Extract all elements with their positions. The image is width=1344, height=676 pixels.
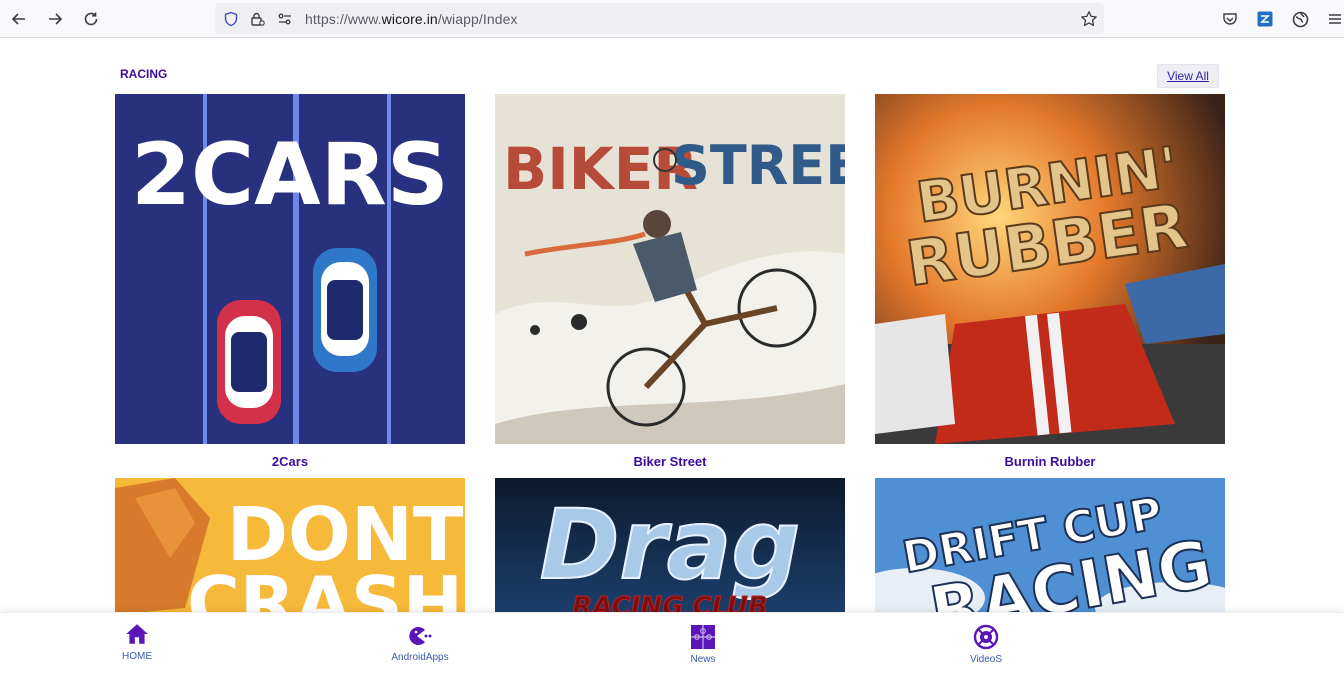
shield-icon[interactable] — [221, 9, 241, 29]
home-icon — [126, 624, 148, 644]
game-card-drag-racing[interactable]: Drag RACING CLUB — [495, 478, 845, 615]
nav-videos[interactable]: VideoS — [964, 624, 1008, 665]
lock-icon[interactable] — [247, 9, 267, 29]
section-title: RACING — [120, 67, 168, 81]
pocket-icon[interactable] — [1220, 9, 1240, 29]
game-thumbnail[interactable]: BURNIN' RUBBER — [875, 94, 1225, 444]
nav-news[interactable]: News — [683, 624, 723, 665]
menu-icon[interactable] — [1326, 9, 1344, 29]
art-title-2: STREET — [671, 134, 845, 197]
back-arrow-icon — [11, 13, 25, 25]
url-prefix: https://www. — [305, 11, 382, 27]
game-card-burnin-rubber[interactable]: BURNIN' RUBBER Burnin Rubber — [875, 94, 1225, 469]
extension-icon[interactable] — [1255, 9, 1275, 29]
forward-arrow-icon — [49, 13, 63, 25]
game-thumbnail[interactable]: 2CARS — [115, 94, 465, 444]
forward-button[interactable] — [44, 8, 66, 30]
back-button[interactable] — [8, 8, 30, 30]
art-title-1: Drag — [540, 489, 801, 601]
address-bar[interactable]: https://www.wicore.in/wiapp/Index — [215, 3, 1104, 34]
art-title-1: BIKER — [503, 135, 698, 203]
art-title: 2CARS — [131, 125, 449, 225]
art-title-2: CRASH — [187, 561, 463, 615]
game-card-dont-crash[interactable]: DONT CRASH — [115, 478, 465, 615]
reload-button[interactable] — [80, 8, 102, 30]
puzzle-icon — [691, 625, 715, 649]
url-host: wicore.in — [381, 11, 438, 27]
game-card-biker-street[interactable]: BIKER STREET Biker Street — [495, 94, 845, 469]
reload-icon — [84, 12, 98, 26]
game-title[interactable]: Burnin Rubber — [875, 454, 1225, 469]
globe-extension-icon[interactable] — [1290, 9, 1310, 29]
nav-home[interactable]: HOME — [116, 621, 158, 662]
game-title[interactable]: Biker Street — [495, 454, 845, 469]
url-path: /wiapp/Index — [437, 11, 518, 27]
browser-toolbar: https://www.wicore.in/wiapp/Index — [0, 0, 1344, 38]
game-card-2cars[interactable]: 2CARS 2Cars — [115, 94, 465, 469]
pacman-icon — [409, 627, 432, 645]
bookmark-star-icon[interactable] — [1079, 9, 1099, 29]
url-text[interactable]: https://www.wicore.in/wiapp/Index — [305, 11, 518, 27]
nav-news-label: News — [690, 654, 716, 665]
view-all-button[interactable]: View All — [1157, 64, 1219, 88]
game-title[interactable]: 2Cars — [115, 454, 465, 469]
nav-android-apps[interactable]: AndroidApps — [385, 624, 455, 663]
nav-videos-label: VideoS — [969, 654, 1003, 665]
nav-home-label: HOME — [122, 651, 152, 662]
nav-android-apps-label: AndroidApps — [391, 652, 449, 663]
permissions-icon[interactable] — [275, 9, 295, 29]
crosshair-icon — [973, 624, 999, 650]
bottom-navigation: HOME AndroidApps News VideoS — [0, 612, 1344, 676]
game-card-drift-cup[interactable]: DRIFT CUP RACING — [875, 478, 1225, 615]
game-thumbnail[interactable]: BIKER STREET — [495, 94, 845, 444]
